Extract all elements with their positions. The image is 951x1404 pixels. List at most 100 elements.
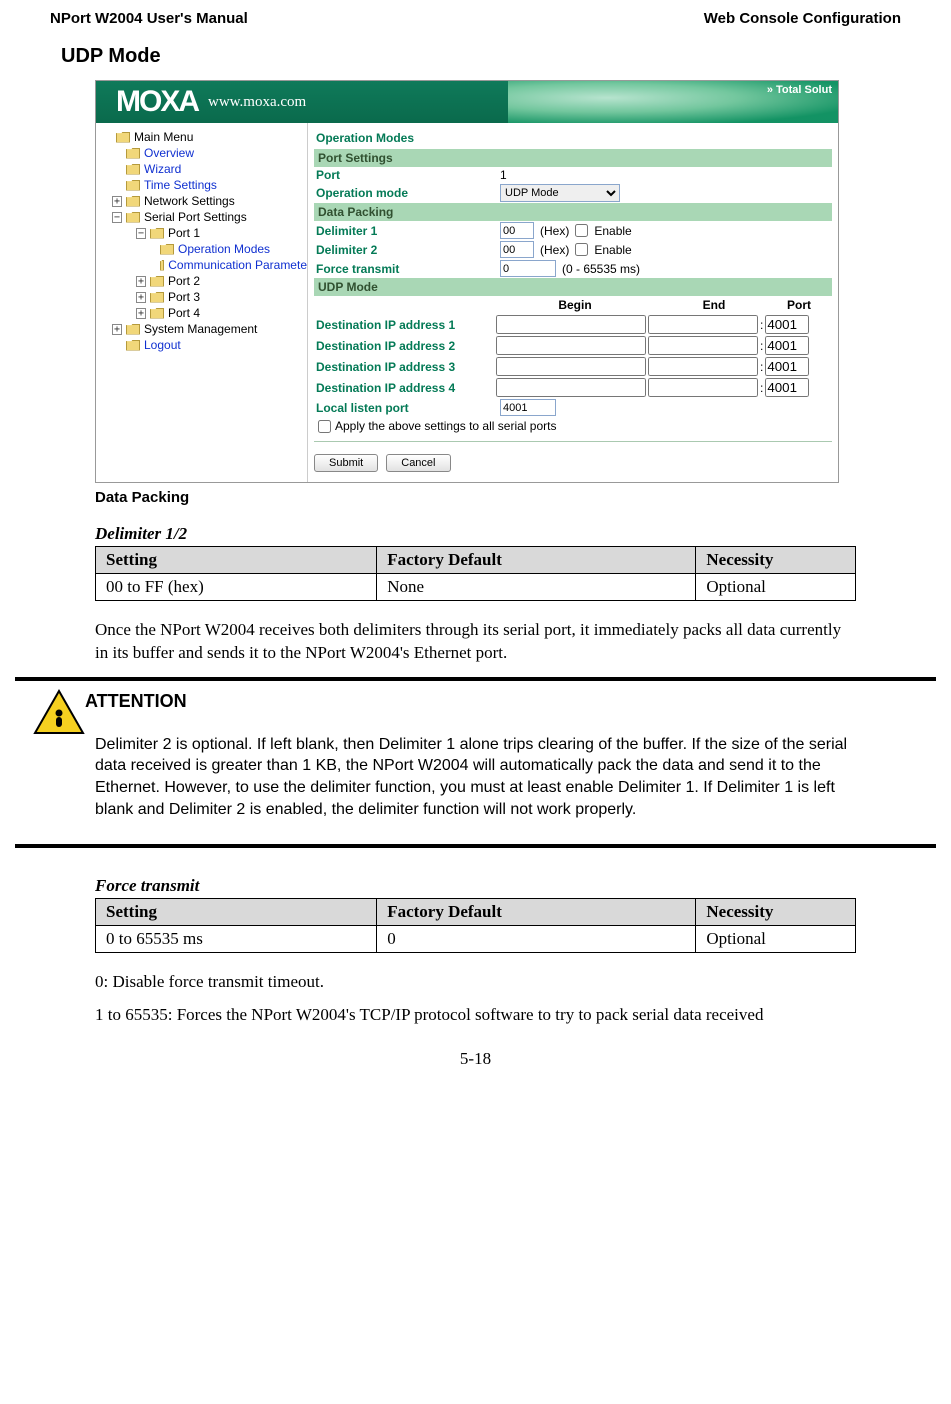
form-pane: Operation Modes Port Settings Port 1 Ope… bbox=[308, 123, 838, 482]
attention-body: Delimiter 2 is optional. If left blank, … bbox=[95, 734, 856, 820]
tree-port3[interactable]: Port 3 bbox=[168, 290, 200, 304]
enable-text: Enable bbox=[594, 224, 631, 238]
tree-main-menu: Main Menu bbox=[134, 130, 193, 144]
tree-logout[interactable]: Logout bbox=[144, 338, 181, 352]
opmode-select[interactable]: UDP Mode bbox=[500, 184, 620, 202]
apply-all-checkbox[interactable] bbox=[318, 420, 331, 433]
header-right: Web Console Configuration bbox=[704, 10, 901, 27]
dest3-begin[interactable] bbox=[496, 357, 646, 376]
td-necessity: Optional bbox=[696, 926, 856, 953]
dest4-end[interactable] bbox=[648, 378, 758, 397]
th-setting: Setting bbox=[96, 899, 377, 926]
local-listen-label: Local listen port bbox=[314, 401, 494, 415]
cancel-button[interactable]: Cancel bbox=[386, 454, 450, 472]
folder-icon bbox=[126, 164, 140, 175]
tree-port1[interactable]: Port 1 bbox=[168, 226, 200, 240]
dest2-port[interactable] bbox=[765, 336, 809, 355]
expand-icon[interactable]: + bbox=[112, 324, 122, 335]
page-number: 5-18 bbox=[0, 1049, 951, 1069]
td-factory-default: None bbox=[377, 574, 696, 601]
tree-operation-modes[interactable]: Operation Modes bbox=[178, 242, 270, 256]
tree-port4[interactable]: Port 4 bbox=[168, 306, 200, 320]
force-para1: 0: Disable force transmit timeout. bbox=[95, 971, 856, 994]
folder-icon bbox=[126, 324, 140, 335]
td-necessity: Optional bbox=[696, 574, 856, 601]
screenshot-moxa-console: MOXA www.moxa.com » Total Solut Main Men… bbox=[95, 80, 839, 483]
delimiter-title: Delimiter 1/2 bbox=[95, 524, 856, 544]
dest1-port[interactable] bbox=[765, 315, 809, 334]
expand-icon[interactable]: + bbox=[136, 308, 146, 319]
tree-serial-port-settings[interactable]: Serial Port Settings bbox=[144, 210, 247, 224]
tree-time-settings[interactable]: Time Settings bbox=[144, 178, 217, 192]
collapse-icon[interactable]: − bbox=[112, 212, 122, 223]
dest3-end[interactable] bbox=[648, 357, 758, 376]
hex-text: (Hex) bbox=[540, 224, 569, 238]
tree-overview[interactable]: Overview bbox=[144, 146, 194, 160]
dest4-begin[interactable] bbox=[496, 378, 646, 397]
folder-icon bbox=[116, 132, 130, 143]
expand-icon[interactable]: + bbox=[136, 292, 146, 303]
attention-block: ATTENTION Delimiter 2 is optional. If le… bbox=[15, 677, 936, 848]
expand-icon[interactable]: + bbox=[112, 196, 122, 207]
dest3-port[interactable] bbox=[765, 357, 809, 376]
th-factory-default: Factory Default bbox=[377, 547, 696, 574]
delimiter1-input[interactable] bbox=[500, 222, 534, 239]
col-port: Port bbox=[774, 298, 824, 312]
udp-mode-heading: UDP Mode bbox=[61, 45, 856, 68]
attention-icon bbox=[33, 689, 85, 735]
attention-heading: ATTENTION bbox=[85, 691, 856, 712]
delimiter2-input[interactable] bbox=[500, 241, 534, 258]
dest1-begin[interactable] bbox=[496, 315, 646, 334]
expand-icon[interactable]: + bbox=[136, 276, 146, 287]
folder-icon bbox=[150, 292, 164, 303]
header-left: NPort W2004 User's Manual bbox=[50, 10, 248, 27]
enable-text: Enable bbox=[594, 243, 631, 257]
band-data-packing: Data Packing bbox=[314, 203, 832, 221]
folder-icon bbox=[126, 212, 140, 223]
folder-icon bbox=[150, 276, 164, 287]
folder-icon bbox=[126, 340, 140, 351]
tree-system-management[interactable]: System Management bbox=[144, 322, 257, 336]
opmode-label: Operation mode bbox=[314, 186, 494, 200]
tree-comm-params[interactable]: Communication Paramete bbox=[168, 258, 307, 272]
total-solutions-text: » Total Solut bbox=[767, 84, 832, 96]
form-heading: Operation Modes bbox=[314, 127, 832, 149]
force-para2: 1 to 65535: Forces the NPort W2004's TCP… bbox=[95, 1004, 856, 1027]
moxa-logo: MOXA bbox=[116, 85, 198, 119]
delimiter1-enable[interactable] bbox=[575, 224, 588, 237]
force-table: Setting Factory Default Necessity 0 to 6… bbox=[95, 898, 856, 953]
folder-icon bbox=[126, 196, 140, 207]
local-listen-input[interactable] bbox=[500, 399, 556, 416]
folder-icon bbox=[126, 148, 140, 159]
collapse-icon[interactable]: − bbox=[136, 228, 146, 239]
delimiter2-enable[interactable] bbox=[575, 243, 588, 256]
delimiter1-label: Delimiter 1 bbox=[314, 224, 494, 238]
dest2-begin[interactable] bbox=[496, 336, 646, 355]
band-udp-mode: UDP Mode bbox=[314, 278, 832, 296]
td-setting: 00 to FF (hex) bbox=[96, 574, 377, 601]
folder-icon bbox=[160, 260, 164, 271]
folder-icon bbox=[150, 308, 164, 319]
tree-wizard[interactable]: Wizard bbox=[144, 162, 181, 176]
data-packing-heading: Data Packing bbox=[95, 489, 856, 506]
port-value: 1 bbox=[500, 168, 507, 182]
submit-button[interactable]: Submit bbox=[314, 454, 378, 472]
col-end: End bbox=[654, 298, 774, 312]
td-setting: 0 to 65535 ms bbox=[96, 926, 377, 953]
delimiter2-label: Delimiter 2 bbox=[314, 243, 494, 257]
dest1-end[interactable] bbox=[648, 315, 758, 334]
nav-tree: Main Menu Overview Wizard Time Settings … bbox=[96, 123, 308, 482]
th-factory-default: Factory Default bbox=[377, 899, 696, 926]
port-label: Port bbox=[314, 168, 494, 182]
dest4-port[interactable] bbox=[765, 378, 809, 397]
td-factory-default: 0 bbox=[377, 926, 696, 953]
force-transmit-input[interactable] bbox=[500, 260, 556, 277]
col-begin: Begin bbox=[496, 298, 654, 312]
apply-all-label: Apply the above settings to all serial p… bbox=[335, 419, 556, 433]
tree-port2[interactable]: Port 2 bbox=[168, 274, 200, 288]
band-port-settings: Port Settings bbox=[314, 149, 832, 167]
force-range-text: (0 - 65535 ms) bbox=[562, 262, 640, 276]
tree-network-settings[interactable]: Network Settings bbox=[144, 194, 235, 208]
th-necessity: Necessity bbox=[696, 547, 856, 574]
dest2-end[interactable] bbox=[648, 336, 758, 355]
